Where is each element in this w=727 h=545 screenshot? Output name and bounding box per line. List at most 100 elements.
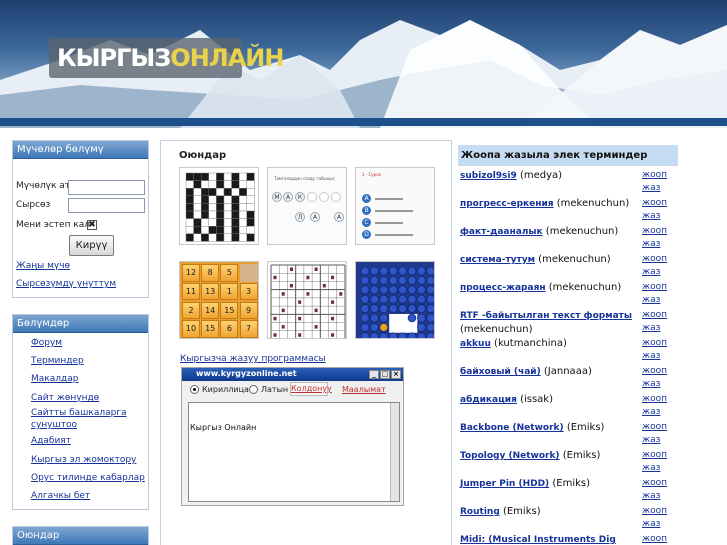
term-link[interactable]: subizol9si9 bbox=[460, 171, 517, 181]
game-thumb-quiz[interactable]: 1 - Суроо ABCD bbox=[355, 167, 435, 245]
term-link[interactable]: прогресс-еркения bbox=[460, 199, 554, 209]
answer-term-link[interactable]: жооп жаз bbox=[642, 281, 668, 307]
keyboard-program-link[interactable]: Кыргызча жазуу программасы bbox=[180, 354, 326, 364]
crossword-cell bbox=[193, 188, 202, 197]
crossword-cell bbox=[246, 188, 255, 197]
answer-term-link[interactable]: жооп жаз bbox=[642, 365, 668, 391]
remember-me-checkbox[interactable]: ✖ bbox=[87, 220, 97, 230]
editor-text: Кыргыз Онлайн bbox=[190, 423, 257, 432]
crossword-cell bbox=[201, 172, 210, 181]
puzzle-tile: 2 bbox=[182, 301, 200, 320]
game-thumb-word-letters[interactable]: Тамгалардан сөздү табыңыз МАКЛАА bbox=[267, 167, 347, 245]
radio-cyrillic[interactable] bbox=[190, 385, 199, 394]
crossword-cell bbox=[216, 180, 225, 189]
sidebar-item-about[interactable]: Сайт жөнүндө bbox=[31, 392, 99, 404]
sudoku-given-digit bbox=[322, 283, 326, 288]
term-link[interactable]: Backbone (Network) bbox=[460, 423, 564, 433]
answer-term-link[interactable]: жооп жаз bbox=[642, 505, 668, 531]
bubble bbox=[398, 294, 407, 304]
forgot-password-link[interactable]: Сырсөзүмдү унуттум bbox=[16, 279, 116, 289]
term-link[interactable]: Routing bbox=[460, 507, 500, 517]
sidebar-item-recommend[interactable]: Сайтты башкаларга сунуштоо bbox=[31, 407, 136, 431]
radio-latin[interactable] bbox=[249, 385, 258, 394]
term-link[interactable]: RTF -байытылган текст форматы bbox=[460, 311, 632, 321]
register-link[interactable]: Жаңы мүчө bbox=[16, 261, 70, 271]
term-link[interactable]: Jumper Pin (HDD) bbox=[460, 479, 549, 489]
crossword-cell bbox=[193, 210, 202, 219]
info-link[interactable]: Маалымат bbox=[342, 385, 386, 394]
answer-term-link[interactable]: жооп жаз bbox=[642, 309, 668, 335]
sidebar-item-home[interactable]: Алгачкы бет bbox=[31, 490, 90, 502]
usage-link[interactable]: Колдонуу bbox=[290, 382, 332, 396]
crossword-cell bbox=[193, 180, 202, 189]
answer-term-link[interactable]: жооп жаз bbox=[642, 533, 668, 545]
answer-term-link[interactable]: жооп жаз bbox=[642, 477, 668, 503]
bubble bbox=[426, 304, 434, 313]
maximize-icon[interactable]: □ bbox=[380, 370, 390, 379]
game-thumb-fifteen-puzzle[interactable]: 12 8 5 11 13 1 3 2 14 15 9 10 15 6 7 bbox=[179, 261, 259, 339]
term-link[interactable]: Midi: (Musical Instruments Dig bbox=[460, 535, 616, 545]
sidebar-item-folk-tales[interactable]: Кыргыз эл жомоктору bbox=[31, 454, 136, 466]
crossword-cell bbox=[246, 210, 255, 219]
term-author: (Emiks) bbox=[502, 506, 541, 517]
term-link[interactable]: процесс-жараян bbox=[460, 283, 546, 293]
sidebar-item-forum[interactable]: Форум bbox=[31, 337, 62, 349]
sidebar-item-proverbs[interactable]: Макалдар bbox=[31, 373, 78, 385]
close-icon[interactable]: × bbox=[391, 370, 401, 379]
login-button[interactable]: Кирүү bbox=[69, 235, 114, 256]
answer-term-link[interactable]: жооп жаз bbox=[642, 169, 668, 195]
bubble bbox=[360, 323, 370, 332]
sudoku-given-digit bbox=[331, 300, 335, 304]
crossword-cell bbox=[246, 226, 255, 235]
bubble bbox=[370, 266, 379, 276]
bubble bbox=[360, 313, 370, 323]
term-link[interactable]: байховый (чай) bbox=[460, 367, 541, 377]
bubble bbox=[426, 323, 434, 332]
bubble bbox=[417, 276, 426, 285]
sidebar-item-russian-news[interactable]: Орус тилинде кабарлар bbox=[31, 472, 145, 484]
puzzle-tile: 14 bbox=[201, 301, 220, 320]
answer-term-link[interactable]: жооп жаз bbox=[642, 337, 668, 363]
crossword-cell bbox=[223, 210, 232, 219]
bubble bbox=[360, 304, 370, 313]
term-link[interactable]: факт-дааналык bbox=[460, 227, 543, 237]
answer-term-link[interactable]: жооп жаз bbox=[642, 421, 668, 447]
editor-scrollbar[interactable] bbox=[390, 403, 399, 501]
term-link[interactable]: система-тутум bbox=[460, 255, 535, 265]
crossword-cell bbox=[193, 203, 202, 212]
bubble bbox=[398, 285, 407, 295]
answer-term-link[interactable]: жооп жаз bbox=[642, 197, 668, 223]
keyboard-program-window[interactable]: www.kyrgyzonline.net _ □ × Кириллица Лат… bbox=[181, 367, 404, 506]
term-item: RTF -байытылган текст форматы (mekenuchu… bbox=[460, 309, 640, 336]
term-link[interactable]: абдикация bbox=[460, 395, 517, 405]
crossword-cell bbox=[216, 203, 225, 212]
sidebar-item-terms[interactable]: Терминдер bbox=[31, 355, 84, 367]
term-link[interactable]: akkuu bbox=[460, 339, 491, 349]
minimize-icon[interactable]: _ bbox=[369, 370, 379, 379]
logo-text-part2: ОНЛАЙН bbox=[170, 44, 284, 72]
term-link[interactable]: Topology (Network) bbox=[460, 451, 560, 461]
answer-term-link[interactable]: жооп жаз bbox=[642, 253, 668, 279]
crossword-cell bbox=[239, 180, 248, 189]
puzzle-tile: 7 bbox=[239, 320, 258, 338]
sidebar-item-literature[interactable]: Адабият bbox=[31, 435, 71, 447]
crossword-cell bbox=[208, 233, 217, 242]
answer-term-link[interactable]: жооп жаз bbox=[642, 225, 668, 251]
crossword-cell bbox=[201, 210, 210, 219]
game-thumb-crossword[interactable] bbox=[179, 167, 259, 245]
nickname-input[interactable] bbox=[68, 180, 145, 195]
puzzle-tile: 13 bbox=[201, 282, 220, 301]
bubble bbox=[370, 332, 379, 338]
site-logo[interactable]: КЫРГЫЗОНЛАЙН bbox=[57, 44, 284, 72]
crossword-cell bbox=[239, 218, 248, 227]
bubble bbox=[388, 276, 398, 285]
crossword-cell bbox=[193, 218, 202, 227]
puzzle-tile: 9 bbox=[239, 301, 258, 320]
password-input[interactable] bbox=[68, 198, 145, 213]
keyboard-text-editor[interactable]: Кыргыз Онлайн bbox=[188, 402, 400, 502]
term-author: (Emiks) bbox=[552, 478, 591, 489]
answer-term-link[interactable]: жооп жаз bbox=[642, 449, 668, 475]
answer-term-link[interactable]: жооп жаз bbox=[642, 393, 668, 419]
game-thumb-sudoku[interactable] bbox=[267, 261, 347, 339]
game-thumb-bubbles[interactable] bbox=[355, 261, 435, 339]
